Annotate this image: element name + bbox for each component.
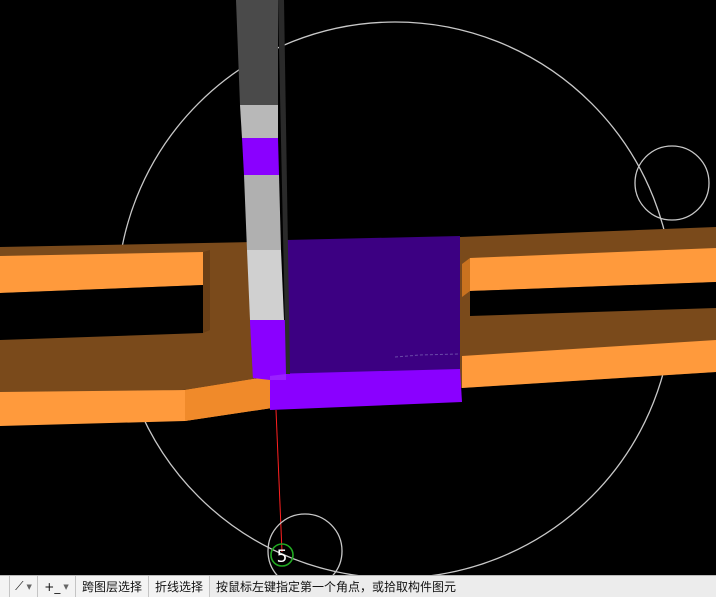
column-front-face [270,369,462,410]
guide-line [275,409,283,553]
right-beam-upper-edge [462,258,470,297]
status-bar: ⟋ ▼ +_ ▼ 跨图层选择 折线选择 按鼠标左键指定第一个角点，或拾取构件图元 [0,575,716,597]
coordinate-mode-button[interactable]: +_ ▼ [38,576,76,597]
angle-mode-button[interactable]: ⟋ ▼ [10,576,38,597]
slab-purple-segment-2 [250,320,286,378]
coordinate-icon: +_ [44,579,61,594]
model-canvas[interactable]: 5 [0,0,716,575]
slab-dark-segment [236,0,278,105]
slab-grey-segment-2 [244,175,281,250]
polyline-select-button[interactable]: 折线选择 [149,576,211,597]
left-beam-gap [0,285,203,340]
command-prompt: 按鼠标左键指定第一个角点，或拾取构件图元 [216,580,457,594]
snap-point-label: 5 [277,547,288,567]
slab-grey-segment [240,105,278,138]
layer-select-button[interactable]: 跨图层选择 [76,576,150,597]
slab-light-segment [247,250,284,320]
drawing-viewport[interactable]: 5 [0,0,716,575]
angle-icon: ⟋ [15,579,24,593]
slab-purple-segment-1 [242,138,279,175]
snap-circle-right [634,145,710,221]
snap-mode-button[interactable] [0,576,10,597]
left-beam-gap-edge [203,250,210,333]
column-top-face [286,236,460,374]
chevron-down-icon: ▼ [26,582,32,591]
chevron-down-icon: ▼ [63,582,69,591]
